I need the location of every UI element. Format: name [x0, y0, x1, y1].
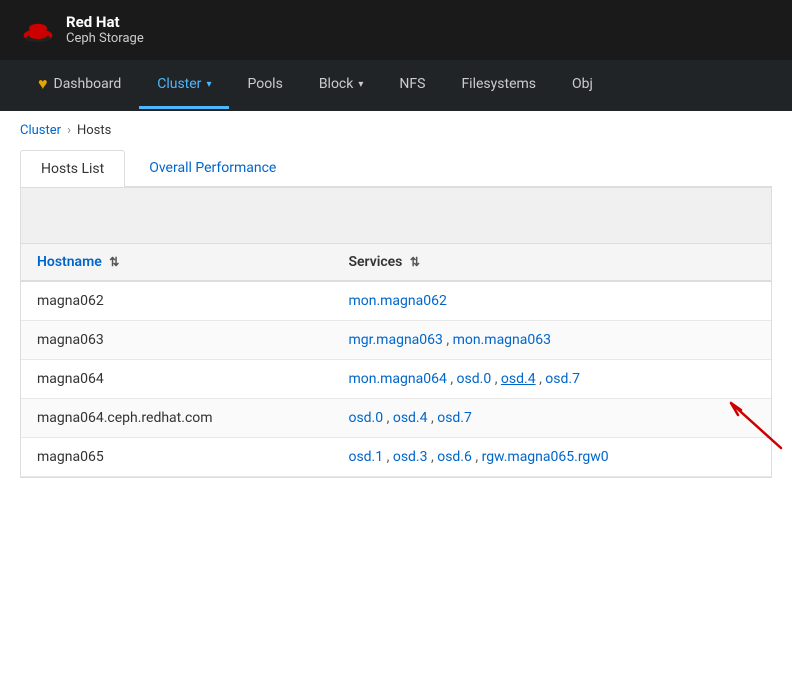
- hostname-cell: magna063: [21, 321, 332, 360]
- logo-area: Red Hat Ceph Storage: [20, 12, 144, 48]
- service-link[interactable]: osd.0: [348, 410, 383, 426]
- tab-bar: Hosts List Overall Performance: [20, 150, 772, 187]
- service-separator: ,: [536, 371, 546, 387]
- nav-item-pools[interactable]: Pools: [229, 62, 300, 109]
- redhat-logo-icon: [20, 12, 56, 48]
- services-cell: mgr.magna063 , mon.magna063: [332, 321, 771, 360]
- nav-item-obj[interactable]: Obj: [554, 62, 611, 109]
- service-link[interactable]: mgr.magna063: [348, 332, 442, 348]
- service-separator: ,: [443, 332, 453, 348]
- service-link[interactable]: osd.4: [501, 371, 536, 387]
- table-body: magna062mon.magna062magna063mgr.magna063…: [21, 281, 771, 477]
- hostname-cell: magna064: [21, 360, 332, 399]
- nav-item-dashboard[interactable]: ♥ Dashboard: [20, 60, 139, 111]
- col-services[interactable]: Services ⇅: [332, 244, 771, 281]
- breadcrumb-current: Hosts: [77, 123, 111, 138]
- breadcrumb: Cluster › Hosts: [0, 111, 792, 150]
- table-row: magna064.ceph.redhat.comosd.0 , osd.4 , …: [21, 399, 771, 438]
- service-link[interactable]: osd.7: [545, 371, 580, 387]
- services-cell: osd.1 , osd.3 , osd.6 , rgw.magna065.rgw…: [332, 438, 771, 477]
- service-link[interactable]: mon.magna064: [348, 371, 446, 387]
- service-separator: ,: [447, 371, 457, 387]
- nav-nfs-label: NFS: [399, 76, 425, 92]
- service-separator: ,: [428, 449, 438, 465]
- table-row: magna065osd.1 , osd.3 , osd.6 , rgw.magn…: [21, 438, 771, 477]
- services-cell: osd.0 , osd.4 , osd.7: [332, 399, 771, 438]
- service-separator: ,: [428, 410, 438, 426]
- arrow-wrapper: osd.4: [501, 371, 536, 387]
- nav-item-nfs[interactable]: NFS: [381, 62, 443, 109]
- services-cell: mon.magna062: [332, 281, 771, 321]
- nav-obj-label: Obj: [572, 76, 593, 92]
- service-link[interactable]: mon.magna062: [348, 293, 446, 309]
- table-row: magna063mgr.magna063 , mon.magna063: [21, 321, 771, 360]
- table-toolbar: [21, 188, 771, 244]
- table-header: Hostname ⇅ Services ⇅: [21, 244, 771, 281]
- block-dropdown-icon: ▾: [358, 79, 363, 90]
- top-header: Red Hat Ceph Storage: [0, 0, 792, 60]
- service-link[interactable]: osd.0: [457, 371, 492, 387]
- nav-item-block[interactable]: Block ▾: [301, 62, 382, 109]
- hostname-cell: magna062: [21, 281, 332, 321]
- nav-item-filesystems[interactable]: Filesystems: [443, 62, 554, 109]
- table-container: Hostname ⇅ Services ⇅ magna062mon.magna0…: [20, 187, 772, 478]
- breadcrumb-separator: ›: [67, 123, 71, 138]
- services-cell: mon.magna064 , osd.0 , osd.4 , osd.7: [332, 360, 771, 399]
- col-services-label: Services: [348, 254, 402, 270]
- service-separator: ,: [383, 449, 393, 465]
- cluster-dropdown-icon: ▾: [206, 79, 211, 90]
- nav-block-label: Block: [319, 76, 354, 92]
- nav-dashboard-label: Dashboard: [54, 76, 122, 92]
- tab-hosts-list[interactable]: Hosts List: [20, 150, 125, 187]
- service-link[interactable]: osd.7: [437, 410, 472, 426]
- brand-sub: Ceph Storage: [66, 31, 144, 47]
- service-link[interactable]: osd.4: [393, 410, 428, 426]
- service-link[interactable]: osd.3: [393, 449, 428, 465]
- nav-pools-label: Pools: [247, 76, 282, 92]
- col-hostname-label: Hostname: [37, 254, 102, 270]
- nav-item-cluster[interactable]: Cluster ▾: [139, 62, 229, 109]
- heartbeat-icon: ♥: [38, 74, 48, 94]
- services-sort-icon[interactable]: ⇅: [410, 255, 420, 269]
- breadcrumb-parent[interactable]: Cluster: [20, 123, 61, 138]
- nav-cluster-label: Cluster: [157, 76, 201, 92]
- nav-filesystems-label: Filesystems: [461, 76, 536, 92]
- hosts-table: Hostname ⇅ Services ⇅ magna062mon.magna0…: [21, 244, 771, 477]
- service-separator: ,: [383, 410, 393, 426]
- service-separator: ,: [472, 449, 482, 465]
- service-link[interactable]: mon.magna063: [453, 332, 551, 348]
- table-row: magna062 mon.magna062: [21, 281, 771, 321]
- service-separator: ,: [491, 371, 501, 387]
- nav-bar: ♥ Dashboard Cluster ▾ Pools Block ▾ NFS …: [0, 60, 792, 111]
- hostname-cell: magna064.ceph.redhat.com: [21, 399, 332, 438]
- hostname-cell: magna065: [21, 438, 332, 477]
- service-link[interactable]: osd.6: [437, 449, 472, 465]
- service-link[interactable]: rgw.magna065.rgw0: [482, 449, 609, 465]
- col-hostname[interactable]: Hostname ⇅: [21, 244, 332, 281]
- tab-overall-performance[interactable]: Overall Performance: [129, 150, 296, 187]
- service-link[interactable]: osd.1: [348, 449, 383, 465]
- logo-text: Red Hat Ceph Storage: [66, 13, 144, 47]
- table-row: magna064mon.magna064 , osd.0 , osd.4 , o…: [21, 360, 771, 399]
- hostname-sort-icon[interactable]: ⇅: [109, 255, 119, 269]
- page-content: Hosts List Overall Performance Hostname …: [0, 150, 792, 498]
- brand-name: Red Hat: [66, 13, 144, 31]
